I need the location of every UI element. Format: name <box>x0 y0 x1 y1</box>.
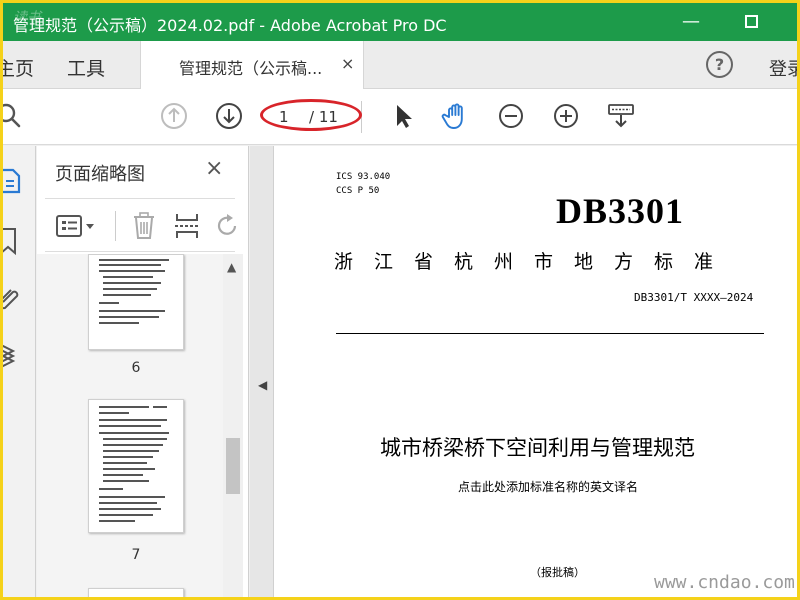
tab-tools[interactable]: 工具 <box>67 54 105 81</box>
page-thumbnails-icon <box>3 168 21 194</box>
thumbnail-list: 6 7 <box>37 254 223 597</box>
arrow-down-circle-icon <box>216 103 242 129</box>
minus-circle-icon <box>499 104 523 128</box>
document-tab-label: 管理规范（公示稿... <box>179 59 323 78</box>
standard-type: 浙江省杭州市地方标准 <box>334 251 735 273</box>
panel-toolbar <box>45 198 237 252</box>
maximize-icon <box>744 15 758 28</box>
page-thumbnails-rail-button[interactable] <box>3 164 27 198</box>
title-bar: 管理规范（公示稿）2024.02.pdf - Adobe Acrobat Pro… <box>3 3 797 41</box>
trash-icon[interactable] <box>131 211 157 241</box>
tab-document[interactable]: 管理规范（公示稿... × <box>140 41 364 89</box>
insert-page-icon[interactable] <box>173 211 201 241</box>
thumbnail-panel: 页面缩略图 × 6 7 ▲ <box>37 146 249 597</box>
paperclip-icon <box>3 289 19 310</box>
scrollbar-thumb[interactable] <box>226 438 240 494</box>
attachments-rail-button[interactable] <box>3 282 27 316</box>
tab-home[interactable]: 主页 <box>3 54 34 81</box>
page-number-highlight-ellipse <box>260 99 362 131</box>
document-viewport: ◀ ICS 93.040 CCS P 50 DB3301 浙江省杭州市地方标准 … <box>250 146 797 597</box>
cursor-arrow-icon <box>397 105 412 128</box>
window-title: 管理规范（公示稿）2024.02.pdf - Adobe Acrobat Pro… <box>13 16 447 35</box>
navigation-rail <box>3 146 36 597</box>
scroll-up-icon[interactable]: ▲ <box>227 260 236 274</box>
main-toolbar: 1 / 11 <box>3 89 797 145</box>
title-watermark: 读书 <box>13 10 41 26</box>
draft-note: （报批稿） <box>530 566 585 579</box>
thumbnail-page-6[interactable] <box>88 254 184 350</box>
layers-rail-button[interactable] <box>3 340 27 374</box>
pdf-page: ICS 93.040 CCS P 50 DB3301 浙江省杭州市地方标准 DB… <box>273 146 797 597</box>
keyboard-download-icon <box>608 104 634 128</box>
zoom-out-button[interactable] <box>496 101 526 131</box>
english-title-placeholder: 点击此处添加标准名称的英文译名 <box>458 480 639 494</box>
db-code: DB3301 <box>556 191 685 231</box>
thumbnail-page-8[interactable] <box>88 588 184 597</box>
document-tab-close-button[interactable]: × <box>341 54 354 73</box>
thumbnail-label-7: 7 <box>131 547 141 563</box>
standard-number: DB3301/T XXXX—2024 <box>634 291 754 304</box>
plus-circle-icon <box>554 104 578 128</box>
tab-bar: 主页 工具 管理规范（公示稿... × ? 登录 <box>3 41 797 89</box>
sign-in-button[interactable]: 登录 <box>769 55 797 81</box>
bookmarks-rail-button[interactable] <box>3 224 27 258</box>
standard-main-title: 城市桥梁桥下空间利用与管理规范 <box>380 436 695 460</box>
search-tool-button[interactable] <box>3 101 25 131</box>
panel-title: 页面缩略图 <box>55 164 145 185</box>
header-rule <box>336 333 764 334</box>
ics-code: ICS 93.040 <box>336 172 391 182</box>
site-watermark: www.cndao.com <box>654 572 795 593</box>
options-menu-icon[interactable] <box>55 213 101 239</box>
panel-toolbar-divider <box>115 211 116 241</box>
layers-icon <box>3 344 16 368</box>
help-button[interactable]: ? <box>706 51 733 78</box>
thumbnail-page-7[interactable] <box>88 399 184 533</box>
hand-icon <box>441 103 463 129</box>
panel-close-button[interactable]: × <box>205 156 223 181</box>
bookmark-icon <box>3 228 16 256</box>
page-display-button[interactable] <box>606 101 636 131</box>
arrow-up-circle-icon <box>161 103 187 129</box>
collapse-panel-button[interactable]: ◀ <box>258 378 267 392</box>
ccs-code: CCS P 50 <box>336 186 380 196</box>
search-icon <box>3 103 21 128</box>
hand-tool-button[interactable] <box>441 101 471 131</box>
acrobat-window: 管理规范（公示稿）2024.02.pdf - Adobe Acrobat Pro… <box>3 3 797 597</box>
thumbnail-scrollbar[interactable]: ▲ <box>223 254 243 597</box>
previous-page-button[interactable] <box>159 101 189 131</box>
thumbnail-label-6: 6 <box>131 360 141 376</box>
rotate-icon[interactable] <box>215 211 239 241</box>
select-tool-button[interactable] <box>387 101 417 131</box>
zoom-in-button[interactable] <box>551 101 581 131</box>
minimize-button[interactable]: — <box>671 9 711 35</box>
maximize-button[interactable] <box>731 9 771 35</box>
next-page-button[interactable] <box>214 101 244 131</box>
